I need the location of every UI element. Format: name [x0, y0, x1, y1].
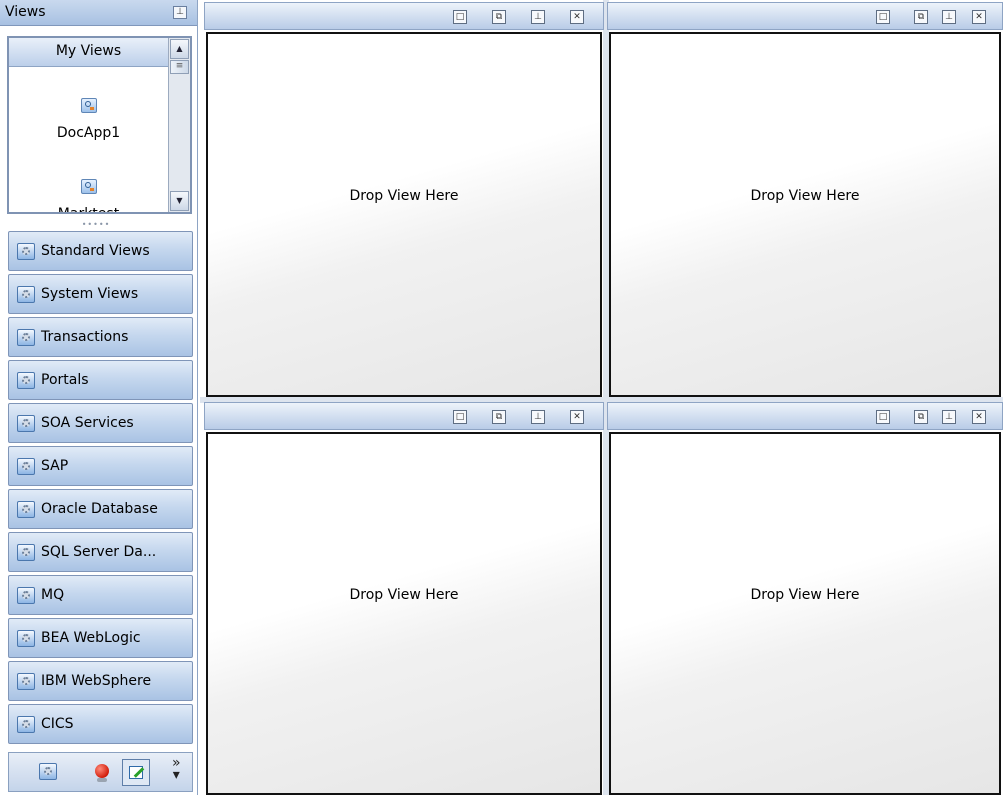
pin-icon[interactable]: ⊥	[531, 410, 545, 424]
restore-icon[interactable]: ⧉	[492, 10, 506, 24]
gear-icon	[17, 501, 35, 518]
view-panel: □ ⧉ ⊥ ✕ Drop View Here	[607, 402, 1003, 795]
pin-icon[interactable]: ⊥	[942, 10, 956, 24]
views-pane-title: Views	[5, 4, 46, 20]
restore-icon[interactable]: ⧉	[492, 410, 506, 424]
drop-zone-label: Drop View Here	[349, 187, 459, 204]
category-button[interactable]: Transactions	[8, 317, 193, 357]
view-item-label: DocApp1	[56, 125, 121, 141]
gear-icon	[17, 544, 35, 561]
maximize-icon[interactable]: □	[876, 10, 890, 24]
category-button[interactable]: Standard Views	[8, 231, 193, 271]
alert-icon[interactable]	[95, 764, 109, 782]
category-button[interactable]: CICS	[8, 704, 193, 744]
restore-icon[interactable]: ⧉	[914, 410, 928, 424]
view-panel: □ ⧉ ⊥ ✕ Drop View Here	[204, 2, 604, 397]
drop-zone-label: Drop View Here	[750, 187, 860, 204]
gear-icon	[17, 372, 35, 389]
edit-icon[interactable]	[122, 759, 150, 786]
scroll-up-button[interactable]: ▲	[170, 39, 189, 59]
drop-zone[interactable]: Drop View Here	[206, 432, 602, 795]
view-panel: □ ⧉ ⊥ ✕ Drop View Here	[204, 402, 604, 795]
my-views-header[interactable]: My Views	[9, 38, 168, 67]
category-button[interactable]: IBM WebSphere	[8, 661, 193, 701]
gear-icon[interactable]	[39, 763, 57, 780]
view-item-label: Marktest	[57, 206, 120, 214]
category-button[interactable]: SAP	[8, 446, 193, 486]
category-button[interactable]: SQL Server Da...	[8, 532, 193, 572]
category-toolbar: » ▾	[8, 752, 193, 792]
panel-title-bar[interactable]: □ ⧉ ⊥ ✕	[607, 2, 1003, 30]
list-item[interactable]: DocApp1	[9, 98, 168, 141]
gear-icon	[17, 286, 35, 303]
scroll-down-button[interactable]: ▼	[170, 191, 189, 211]
view-panel: □ ⧉ ⊥ ✕ Drop View Here	[607, 2, 1003, 397]
my-views-list: My Views DocApp1 Marktest ▲ ≡ ▼	[7, 36, 192, 214]
gear-icon	[17, 673, 35, 690]
restore-icon[interactable]: ⧉	[914, 10, 928, 24]
more-options-icon[interactable]: » ▾	[172, 756, 181, 782]
drop-zone[interactable]: Drop View Here	[609, 32, 1001, 397]
category-label: System Views	[41, 286, 139, 302]
category-label: BEA WebLogic	[41, 630, 141, 646]
panel-title-bar[interactable]: □ ⧉ ⊥ ✕	[204, 402, 604, 430]
category-label: SOA Services	[41, 415, 134, 431]
gear-icon	[17, 716, 35, 733]
view-icon	[80, 179, 97, 194]
gear-icon	[17, 587, 35, 604]
category-label: SAP	[41, 458, 69, 474]
close-icon[interactable]: ✕	[570, 410, 584, 424]
gear-icon	[17, 630, 35, 647]
category-label: CICS	[41, 716, 74, 732]
category-label: MQ	[41, 587, 65, 603]
maximize-icon[interactable]: □	[876, 410, 890, 424]
scroll-thumb[interactable]: ≡	[170, 60, 189, 74]
pane-splitter-handle[interactable]: •••••	[66, 221, 126, 229]
category-button[interactable]: Oracle Database	[8, 489, 193, 529]
close-icon[interactable]: ✕	[972, 410, 986, 424]
views-pane-header: Views ⊥	[0, 0, 197, 26]
pin-icon[interactable]: ⊥	[942, 410, 956, 424]
gear-icon	[17, 243, 35, 260]
maximize-icon[interactable]: □	[453, 410, 467, 424]
category-button[interactable]: BEA WebLogic	[8, 618, 193, 658]
panel-title-bar[interactable]: □ ⧉ ⊥ ✕	[204, 2, 604, 30]
my-views-scrollbar[interactable]: ▲ ≡ ▼	[168, 38, 190, 212]
panel-title-bar[interactable]: □ ⧉ ⊥ ✕	[607, 402, 1003, 430]
category-button[interactable]: System Views	[8, 274, 193, 314]
category-label: IBM WebSphere	[41, 673, 152, 689]
category-button[interactable]: MQ	[8, 575, 193, 615]
drop-zone-label: Drop View Here	[349, 586, 459, 603]
drop-zone[interactable]: Drop View Here	[206, 32, 602, 397]
gear-icon	[17, 415, 35, 432]
gear-icon	[17, 458, 35, 475]
category-label: Portals	[41, 372, 89, 388]
pin-icon[interactable]: ⊥	[173, 6, 187, 19]
category-label: SQL Server Da...	[41, 544, 157, 560]
view-icon	[80, 98, 97, 113]
category-button[interactable]: SOA Services	[8, 403, 193, 443]
close-icon[interactable]: ✕	[570, 10, 584, 24]
drop-zone-label: Drop View Here	[750, 586, 860, 603]
drop-zone[interactable]: Drop View Here	[609, 432, 1001, 795]
pin-icon[interactable]: ⊥	[531, 10, 545, 24]
category-label: Transactions	[41, 329, 129, 345]
close-icon[interactable]: ✕	[972, 10, 986, 24]
views-pane: Views ⊥ My Views DocApp1 Marktest ▲ ≡ ▼ …	[0, 0, 198, 795]
gear-icon	[17, 329, 35, 346]
category-label: Standard Views	[41, 243, 150, 259]
category-button[interactable]: Portals	[8, 360, 193, 400]
list-item[interactable]: Marktest	[9, 179, 168, 214]
maximize-icon[interactable]: □	[453, 10, 467, 24]
category-label: Oracle Database	[41, 501, 158, 517]
